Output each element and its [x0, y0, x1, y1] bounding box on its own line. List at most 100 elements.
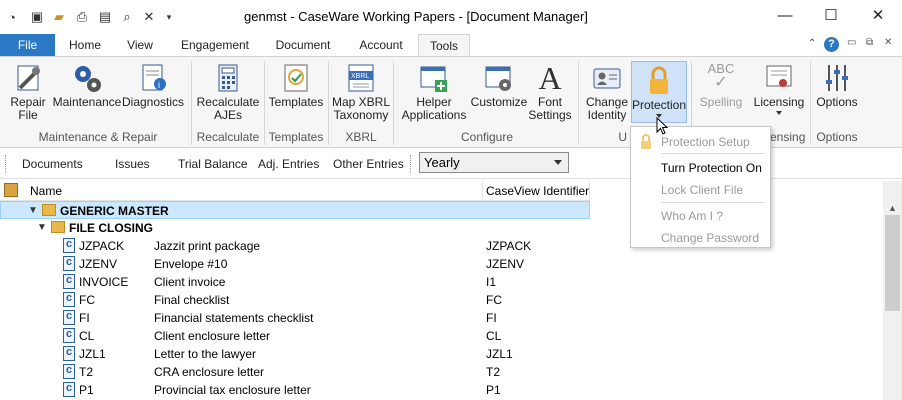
tab-view[interactable]: View — [116, 34, 164, 56]
diagnostics-button[interactable]: i Diagnostics — [121, 59, 185, 127]
group-recalculate: Recalculate — [196, 130, 260, 144]
nav-trial-balance[interactable]: Trial Balance — [178, 157, 248, 171]
templates-label: Templates — [268, 95, 324, 109]
document-code: T2 — [79, 365, 94, 379]
column-name[interactable]: Name — [30, 184, 62, 198]
window-title: genmst - CaseWare Working Papers - [Docu… — [244, 9, 588, 24]
helper-applications-button[interactable]: Helper Applications — [401, 59, 467, 127]
root-label: GENERIC MASTER — [60, 204, 169, 218]
collapse-ribbon-icon[interactable]: ⌃ — [808, 38, 816, 49]
document-code: JZL1 — [79, 347, 106, 361]
column-divider[interactable] — [482, 181, 483, 201]
templates-icon — [280, 62, 312, 94]
close-button[interactable]: ✕ — [855, 3, 901, 27]
mouse-cursor-icon — [656, 117, 668, 135]
nav-issues[interactable]: Issues — [115, 157, 150, 171]
period-value: Yearly — [424, 155, 460, 170]
maximize-button[interactable]: ☐ — [808, 3, 854, 27]
folder-icon — [51, 221, 65, 233]
svg-text:i: i — [158, 80, 160, 90]
caseview-doc-icon — [63, 328, 75, 343]
protection-button[interactable]: Protection — [631, 61, 687, 123]
menu-separator — [661, 202, 765, 203]
open-folder-icon[interactable]: ▰ — [51, 9, 67, 25]
menu-protection-setup[interactable]: Protection Setup — [661, 135, 750, 149]
collapse-chevron-icon[interactable]: ▼ — [28, 205, 38, 216]
group-separator — [578, 61, 579, 145]
help-icon[interactable]: ? — [824, 37, 839, 52]
dropdown-arrow-icon[interactable]: ▾ — [161, 9, 177, 25]
tab-file[interactable]: File — [0, 34, 55, 56]
tab-account[interactable]: Account — [350, 34, 412, 56]
map-xbrl-taxonomy-button[interactable]: XBRL Map XBRL Taxonomy — [332, 59, 390, 127]
doc-restore-icon[interactable]: ⧉ — [866, 37, 873, 48]
menu-who-am-i[interactable]: Who Am I ? — [661, 209, 723, 223]
tree-root-row[interactable]: ▼ GENERIC MASTER — [0, 201, 590, 219]
period-select[interactable]: Yearly — [419, 152, 569, 173]
document-row[interactable]: JZL1 Letter to the lawyer JZL1 — [0, 345, 590, 363]
collapse-chevron-icon[interactable]: ▼ — [37, 222, 47, 233]
scroll-up-arrow-icon[interactable]: ▲ — [888, 203, 897, 213]
document-row[interactable]: P1 Provincial tax enclosure letter P1 — [0, 381, 590, 399]
tab-tools[interactable]: Tools — [418, 34, 470, 57]
group-separator — [264, 61, 265, 145]
doc-minimize-icon[interactable]: ▭ — [847, 37, 856, 48]
nav-separator — [410, 155, 411, 173]
menu-lock-client-file[interactable]: Lock Client File — [661, 183, 743, 197]
caseview-doc-icon — [63, 382, 75, 397]
ribbon-tabs: File Home View Engagement Document Accou… — [0, 34, 902, 57]
binder-icon[interactable] — [4, 183, 18, 197]
change-identity-button[interactable]: Change Identity — [583, 59, 631, 127]
caseview-identifier: FI — [486, 311, 497, 325]
menu-change-password[interactable]: Change Password — [661, 231, 759, 245]
scrollbar-thumb[interactable] — [885, 215, 900, 311]
nav-adj-entries[interactable]: Adj. Entries — [258, 157, 319, 171]
document-name: Client enclosure letter — [154, 329, 271, 343]
column-divider[interactable] — [589, 181, 590, 201]
print-preview-icon[interactable]: ▤ — [97, 9, 113, 25]
monitor-icon[interactable]: ▣ — [29, 9, 45, 25]
tab-engagement[interactable]: Engagement — [173, 34, 257, 56]
minimize-button[interactable]: — — [762, 3, 808, 27]
font-a-icon: A — [538, 60, 562, 96]
document-name: Financial statements checklist — [154, 311, 314, 325]
doc-close-icon[interactable]: ✕ — [884, 37, 892, 48]
menu-turn-protection-on[interactable]: Turn Protection On — [661, 161, 762, 175]
repair-file-button[interactable]: Repair File — [8, 59, 48, 127]
licensing-label: Licensing — [753, 95, 805, 109]
tab-document[interactable]: Document — [268, 34, 338, 56]
nav-documents[interactable]: Documents — [22, 157, 83, 171]
print-icon[interactable]: ⎙ — [74, 9, 90, 25]
font-settings-button[interactable]: A Font Settings — [527, 59, 573, 127]
recalculate-ajes-button[interactable]: Recalculate AJEs — [196, 59, 260, 127]
column-caseview-identifier[interactable]: CaseView Identifier — [486, 184, 589, 198]
document-row[interactable]: FC Final checklist FC — [0, 291, 590, 309]
tree-folder-row[interactable]: ▼ FILE CLOSING — [0, 219, 590, 237]
licensing-button[interactable]: Licensing — [750, 59, 808, 127]
tab-home[interactable]: Home — [61, 34, 109, 56]
document-row[interactable]: CL Client enclosure letter CL — [0, 327, 590, 345]
templates-button[interactable]: Templates — [267, 59, 325, 127]
document-row[interactable]: INVOICE Client invoice I1 — [0, 273, 590, 291]
maintenance-button[interactable]: Maintenance — [52, 59, 122, 127]
document-row[interactable]: JZENV Envelope #10 JZENV — [0, 255, 590, 273]
gears-icon — [71, 62, 103, 94]
document-name: CRA enclosure letter — [154, 365, 265, 379]
document-code: JZENV — [79, 257, 118, 271]
xbrl-icon: XBRL — [345, 62, 377, 94]
map-xbrl-label: Map XBRL Taxonomy — [332, 95, 391, 122]
find-icon[interactable]: ⌕ — [119, 9, 135, 25]
customize-button[interactable]: Customize — [470, 59, 528, 127]
options-button[interactable]: Options — [813, 59, 861, 127]
document-row[interactable]: JZPACK Jazzit print package JZPACK — [0, 237, 590, 255]
diagnostics-doc-icon: i — [137, 62, 169, 94]
document-row[interactable]: FI Financial statements checklist FI — [0, 309, 590, 327]
identity-card-icon — [591, 62, 623, 94]
group-licensing: ensing — [770, 130, 806, 144]
spelling-button[interactable]: ABC ✓ Spelling — [695, 59, 747, 127]
document-row[interactable]: T2 CRA enclosure letter T2 — [0, 363, 590, 381]
close-x-icon[interactable]: ✕ — [141, 9, 157, 25]
nav-other-entries[interactable]: Other Entries — [333, 157, 404, 171]
app-icon[interactable]: ◔ — [4, 9, 20, 25]
document-code: P1 — [79, 383, 94, 397]
